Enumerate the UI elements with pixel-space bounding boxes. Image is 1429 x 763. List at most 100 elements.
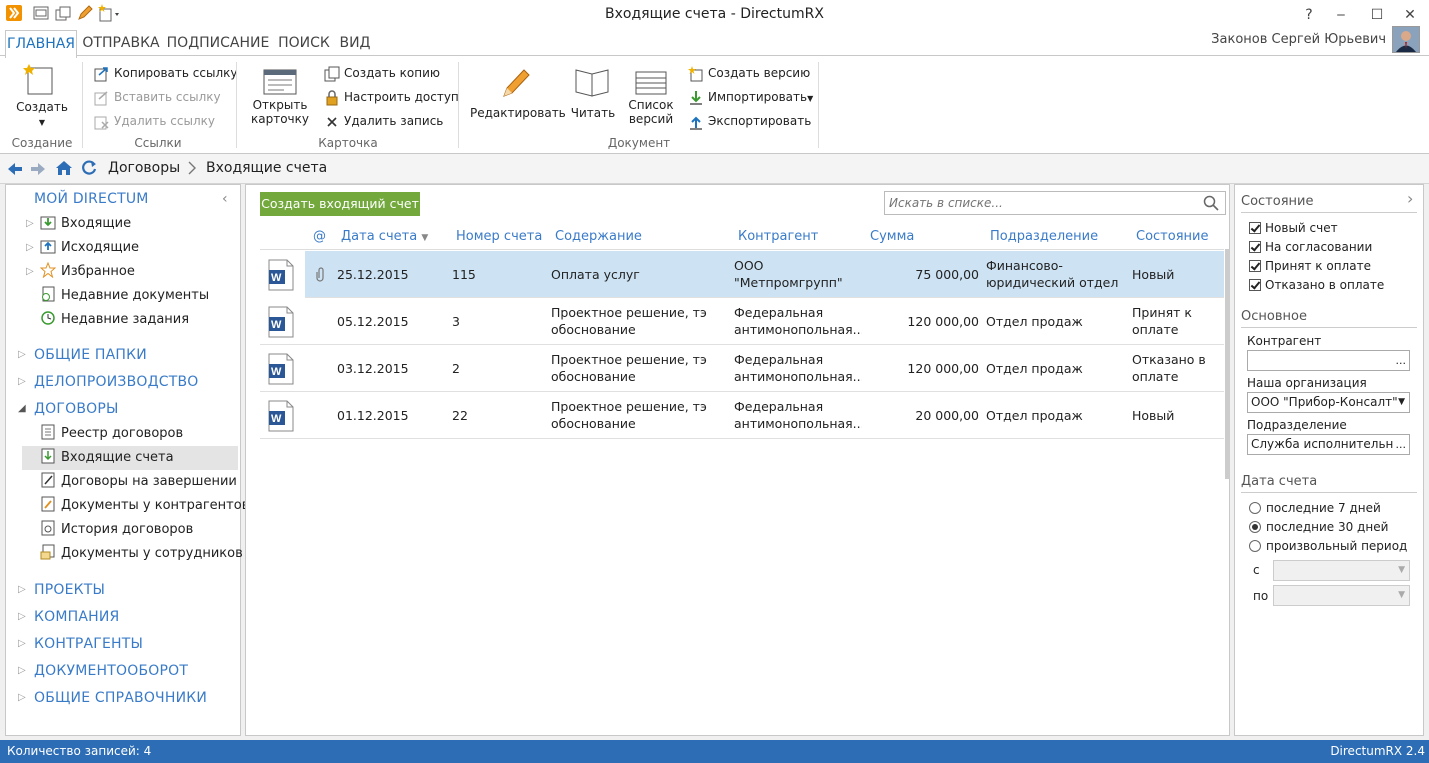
collapse-panel-icon[interactable]: ‹ [222,191,228,207]
counterparty-field[interactable]: ... [1247,350,1410,371]
col-state[interactable]: Состояние [1136,229,1208,244]
create-invoice-button[interactable]: Создать входящий счет [260,192,420,216]
minimize-button[interactable]: ‒ [1330,4,1352,26]
expand-arrow-icon[interactable]: ▷ [18,345,28,365]
col-sum[interactable]: Сумма [870,229,914,244]
nav-item-docs-at-counterparties[interactable]: Документы у контрагентов [40,495,249,517]
chevron-down-icon[interactable]: ▼ [1398,393,1405,412]
nav-section-references[interactable]: ОБЩИЕ СПРАВОЧНИКИ [34,688,207,708]
nav-section-company[interactable]: КОМПАНИЯ [34,607,119,627]
avatar[interactable] [1392,26,1420,53]
checkbox-checked-icon[interactable] [1249,241,1261,253]
expand-arrow-icon[interactable]: ▷ [26,214,36,234]
expand-arrow-icon[interactable]: ▷ [18,607,28,627]
expand-arrow-icon[interactable]: ▷ [18,634,28,654]
col-counterparty[interactable]: Контрагент [738,229,818,244]
col-department[interactable]: Подразделение [990,229,1098,244]
nav-item-outbox[interactable]: Исходящие [40,237,139,259]
export-button[interactable]: Экспортировать [688,111,811,133]
radio-icon[interactable] [1249,540,1261,552]
chevron-down-icon[interactable]: ▼ [1398,586,1405,605]
nav-item-inbox[interactable]: Входящие [40,213,131,235]
create-button[interactable]: Создать ▼ [14,64,70,130]
tab-main[interactable]: ГЛАВНАЯ [5,30,77,58]
expand-arrow-icon[interactable]: ▷ [18,372,28,392]
date-7-days[interactable]: последние 7 дней [1249,499,1381,517]
breadcrumb-contracts[interactable]: Договоры [108,160,180,176]
filter-state-accepted[interactable]: Принят к оплате [1249,257,1371,275]
nav-item-recent-tasks[interactable]: Недавние задания [40,309,189,331]
vertical-scrollbar[interactable] [1225,249,1230,479]
nav-item-recent-documents[interactable]: Недавние документы [40,285,209,307]
import-button[interactable]: Импортировать▼ [688,87,813,109]
forward-icon[interactable] [29,160,47,178]
create-version-button[interactable]: Создать версию [688,63,810,85]
nav-item-contract-history[interactable]: История договоров [40,519,193,541]
delete-record-button[interactable]: Удалить запись [324,111,443,133]
copy-link-button[interactable]: Копировать ссылку [94,63,237,85]
filter-state-rejected[interactable]: Отказано в оплате [1249,276,1384,294]
nav-section-document-flow[interactable]: ДОКУМЕНТООБОРОТ [34,661,188,681]
nav-item-contract-registry[interactable]: Реестр договоров [40,423,183,445]
tab-view[interactable]: ВИД [338,30,372,56]
back-icon[interactable] [6,160,24,178]
refresh-icon[interactable] [80,159,98,177]
read-button[interactable]: Читать [568,66,618,120]
create-copy-button[interactable]: Создать копию [324,63,440,85]
tab-search[interactable]: ПОИСК [276,30,332,56]
paste-link-button[interactable]: Вставить ссылку [94,87,221,109]
expand-arrow-icon[interactable]: ▷ [26,262,36,282]
nav-section-counterparties[interactable]: КОНТРАГЕНТЫ [34,634,143,654]
close-button[interactable]: ✕ [1399,4,1421,26]
checkbox-checked-icon[interactable] [1249,260,1261,272]
access-button[interactable]: Настроить доступ [324,87,459,109]
nav-section-contracts[interactable]: ДОГОВОРЫ [34,399,119,419]
home-icon[interactable] [54,159,74,177]
tab-send[interactable]: ОТПРАВКА [82,30,160,56]
col-date[interactable]: Дата счета ▼ [341,229,428,244]
date-to-select[interactable]: ▼ [1273,585,1410,606]
user-name[interactable]: Законов Сергей Юрьевич [1150,32,1386,47]
nav-item-docs-at-employees[interactable]: Документы у сотрудников [40,543,243,565]
col-number[interactable]: Номер счета [456,229,542,244]
breadcrumb-incoming-invoices[interactable]: Входящие счета [206,160,327,176]
dept-field[interactable]: Служба исполнительного... [1247,434,1410,455]
expand-arrow-icon[interactable]: ▷ [18,661,28,681]
ellipsis-button[interactable]: ... [1392,435,1409,454]
delete-link-button[interactable]: Удалить ссылку [94,111,215,133]
radio-icon[interactable] [1249,502,1261,514]
nav-item-favorites[interactable]: Избранное [40,261,135,283]
search-box[interactable] [884,191,1226,215]
edit-button[interactable]: Редактировать [470,66,566,120]
versions-button[interactable]: Список версий [624,66,678,126]
nav-item-contracts-ending[interactable]: Договоры на завершении [40,471,237,493]
filter-state-new[interactable]: Новый счет [1249,219,1338,237]
nav-section-records[interactable]: ДЕЛОПРОИЗВОДСТВО [34,372,198,392]
chevron-down-icon[interactable]: ▼ [1398,561,1405,580]
collapse-filter-icon[interactable]: › [1407,189,1413,208]
col-content[interactable]: Содержание [555,229,642,244]
date-from-select[interactable]: ▼ [1273,560,1410,581]
radio-selected-icon[interactable] [1249,521,1261,533]
date-custom[interactable]: произвольный период [1249,537,1407,555]
nav-section-shared-folders[interactable]: ОБЩИЕ ПАПКИ [34,345,147,365]
expand-arrow-icon[interactable]: ▷ [18,580,28,600]
expand-arrow-icon[interactable]: ▷ [18,688,28,708]
col-attachment[interactable]: @ [313,229,326,244]
checkbox-checked-icon[interactable] [1249,279,1261,291]
checkbox-checked-icon[interactable] [1249,222,1261,234]
open-card-button[interactable]: Открыть карточку [250,66,310,126]
nav-section-projects[interactable]: ПРОЕКТЫ [34,580,105,600]
search-input[interactable] [889,193,1189,213]
ellipsis-button[interactable]: ... [1396,351,1407,370]
tab-sign[interactable]: ПОДПИСАНИЕ [166,30,270,56]
help-button[interactable]: ? [1298,4,1320,26]
maximize-button[interactable]: ☐ [1366,4,1388,26]
collapse-arrow-icon[interactable]: ◢ [18,399,28,419]
expand-arrow-icon[interactable]: ▷ [26,238,36,258]
nav-section-my-directum[interactable]: МОЙ DIRECTUM [34,189,149,209]
search-icon[interactable] [1203,195,1219,211]
date-30-days[interactable]: последние 30 дней [1249,518,1388,536]
nav-item-incoming-invoices[interactable]: Входящие счета [40,447,174,469]
org-select[interactable]: ООО "Прибор-Консалт" ▼ [1247,392,1410,413]
